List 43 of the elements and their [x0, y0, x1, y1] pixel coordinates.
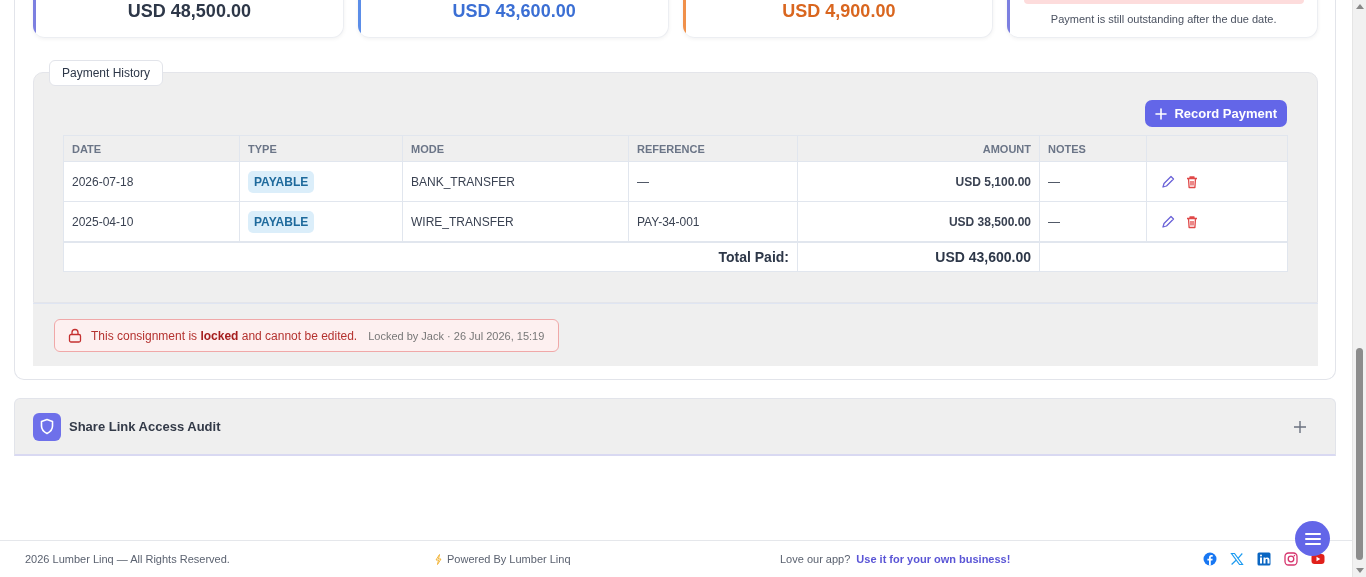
- panel-title: Share Link Access Audit: [69, 419, 222, 434]
- column-header: MODE: [402, 135, 629, 162]
- copyright-text: 2026 Lumber Linq — All Rights Reserved.: [25, 553, 231, 565]
- promo-text: Love our app?: [780, 553, 851, 565]
- column-header: DATE: [63, 135, 240, 162]
- amount-value: USD 4,900.00: [782, 1, 896, 21]
- record-payment-button[interactable]: Record Payment: [1145, 100, 1287, 127]
- table-cell: —: [1039, 161, 1147, 202]
- linkedin-icon[interactable]: [1257, 552, 1271, 566]
- column-header: AMOUNT: [797, 135, 1040, 162]
- menu-button[interactable]: [1295, 521, 1330, 556]
- table-cell: BANK_TRANSFER: [402, 161, 629, 202]
- amount-value: USD 48,500.00: [127, 1, 251, 21]
- type-badge: PAYABLE: [248, 210, 315, 233]
- video-play-icon[interactable]: [1311, 552, 1325, 566]
- type-badge: PAYABLE: [248, 170, 315, 193]
- plus-icon: [1155, 107, 1168, 120]
- column-header: TYPE: [239, 135, 403, 162]
- table-cell: 2026-07-18: [63, 161, 240, 202]
- expand-icon[interactable]: [1293, 419, 1307, 434]
- audit-panel[interactable]: Share Link Access Audit: [14, 398, 1336, 456]
- powered-by-text: Powered By Lumber Linq: [447, 553, 571, 565]
- table-cell: USD 5,100.00: [797, 161, 1040, 202]
- menu-icon: [1304, 532, 1321, 545]
- status-note: Payment is still outstanding after the due date.: [1050, 13, 1277, 25]
- section-title: Payment History: [49, 60, 164, 86]
- lock-icon: [68, 328, 82, 343]
- table-cell: —: [628, 161, 798, 202]
- x-icon[interactable]: [1230, 552, 1244, 566]
- lock-message: This consignment is locked and cannot be edited.: [91, 328, 358, 343]
- total-label: Total Paid:: [63, 242, 798, 272]
- promo-link[interactable]: Use it for your own business!: [856, 553, 1011, 565]
- column-header: NOTES: [1039, 135, 1147, 162]
- facebook-icon[interactable]: [1203, 552, 1217, 566]
- amount-value: USD 43,600.00: [452, 1, 576, 21]
- total-value: USD 43,600.00: [797, 242, 1040, 272]
- column-header: REFERENCE: [628, 135, 798, 162]
- table-cell: 2025-04-10: [63, 201, 240, 242]
- shield-icon: [33, 412, 61, 441]
- lightning-icon: [435, 553, 442, 565]
- instagram-icon[interactable]: [1284, 552, 1298, 566]
- scrollbar[interactable]: [1352, 0, 1366, 577]
- lock-meta: Locked by Jack · 26 Jul 2026, 15:19: [368, 329, 545, 342]
